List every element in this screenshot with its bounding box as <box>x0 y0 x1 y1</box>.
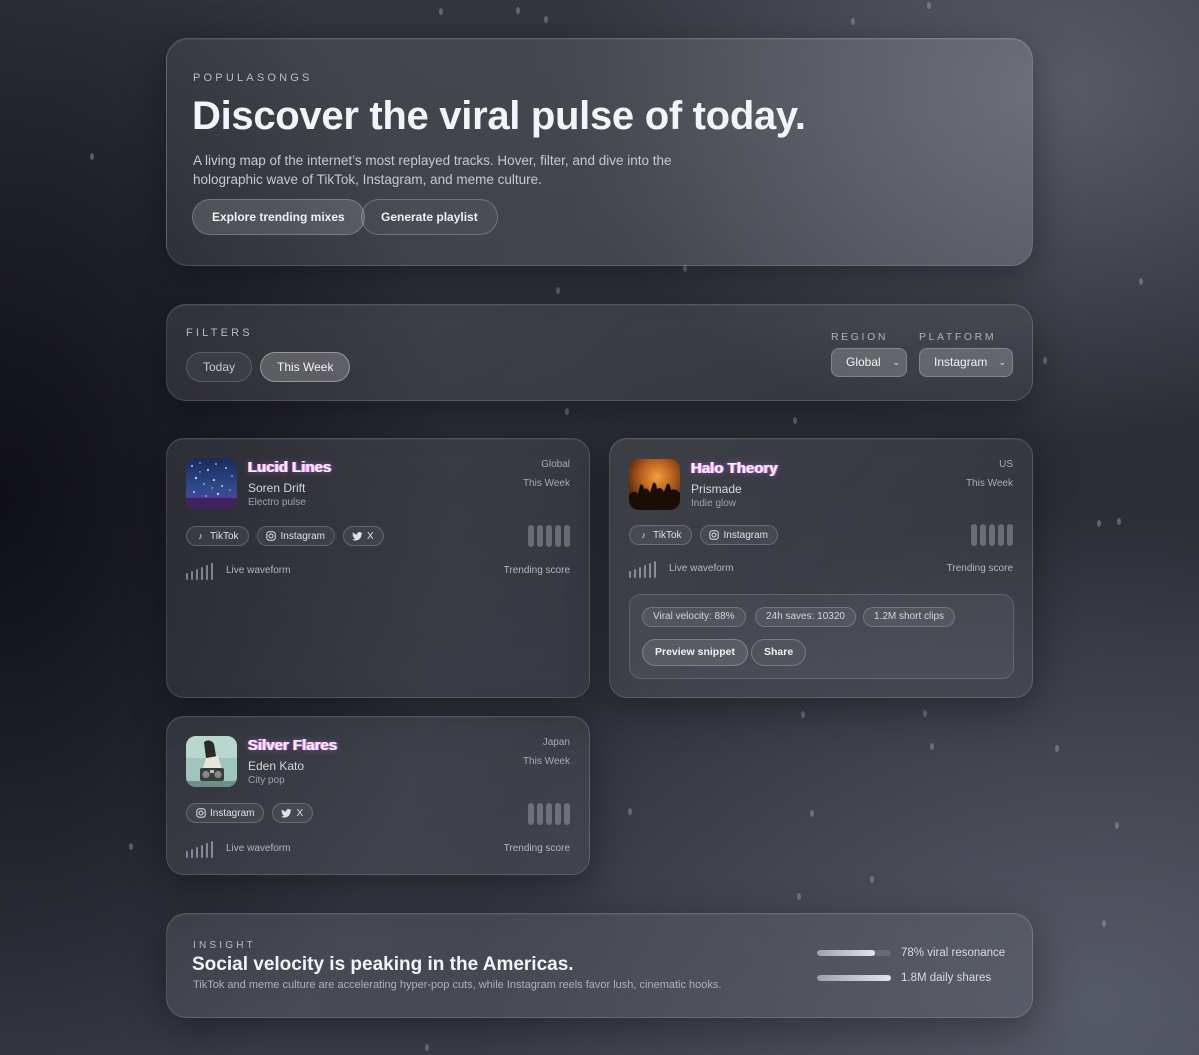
tiktok-icon: ♪ <box>198 531 203 541</box>
saves-stat: 24h saves: 10320 <box>755 607 856 627</box>
trending-score-bars <box>528 803 570 825</box>
platform-tag-tiktok[interactable]: ♪ TikTok <box>629 525 692 545</box>
preview-snippet-button[interactable]: Preview snippet <box>642 639 748 666</box>
short-clips-stat: 1.2M short clips <box>863 607 956 627</box>
track-region: US <box>999 459 1013 470</box>
track-region: Global <box>541 459 570 470</box>
instagram-icon <box>266 531 277 542</box>
metric-bar <box>817 975 891 981</box>
region-select-value: Global <box>846 355 881 369</box>
track-artist: Prismade <box>691 482 742 496</box>
platform-label: PLATFORM <box>919 331 997 343</box>
platform-tag-tiktok[interactable]: ♪ TikTok <box>186 526 249 546</box>
platform-select[interactable]: Instagram ⌄ <box>919 348 1013 377</box>
x-twitter-icon <box>281 808 292 819</box>
x-twitter-icon <box>352 531 363 542</box>
platform-tag-instagram[interactable]: Instagram <box>699 525 778 545</box>
tag-label: TikTok <box>653 529 682 541</box>
insight-panel: INSIGHT Social velocity is peaking in th… <box>166 913 1033 1018</box>
track-card[interactable]: Lucid Lines Soren Drift Electro pulse Gl… <box>166 438 590 698</box>
viral-resonance-metric: 78% viral resonance <box>817 947 1005 959</box>
insight-eyebrow: INSIGHT <box>193 940 256 951</box>
hero-description: A living map of the internet’s most repl… <box>193 153 672 187</box>
viral-velocity-stat: Viral velocity: 88% <box>642 607 746 627</box>
live-waveform-label: Live waveform <box>226 843 291 854</box>
instagram-icon <box>709 530 720 541</box>
platform-tag-x[interactable]: X <box>272 803 314 823</box>
live-waveform-label: Live waveform <box>226 565 291 576</box>
filter-this-week-chip[interactable]: This Week <box>260 352 351 382</box>
live-waveform <box>186 563 213 580</box>
track-title: Halo Theory <box>691 460 778 477</box>
trending-score-label: Trending score <box>946 563 1013 574</box>
album-cover-image <box>629 459 680 510</box>
region-select[interactable]: Global ⌄ <box>831 348 907 377</box>
generate-playlist-button[interactable]: Generate playlist <box>361 199 498 235</box>
metric-label: 78% viral resonance <box>901 947 1006 959</box>
region-label: REGION <box>831 331 889 343</box>
tag-label: Instagram <box>280 530 325 542</box>
share-button[interactable]: Share <box>751 639 807 666</box>
track-genre: Electro pulse <box>248 497 306 508</box>
trending-score-label: Trending score <box>503 843 570 854</box>
platform-tags: Instagram X <box>186 803 314 823</box>
album-cover-image <box>186 736 237 787</box>
platform-tag-x[interactable]: X <box>343 526 384 546</box>
filters-panel: FILTERS Today This Week REGION PLATFORM … <box>166 304 1033 401</box>
track-period: This Week <box>522 478 570 489</box>
track-region: Japan <box>542 737 570 748</box>
platform-tag-instagram[interactable]: Instagram <box>186 803 265 823</box>
track-period: This Week <box>965 478 1013 489</box>
platform-tags: ♪ TikTok Instagram <box>629 525 778 545</box>
chevron-down-icon: ⌄ <box>892 357 900 367</box>
live-waveform <box>629 561 656 578</box>
album-cover-image <box>186 458 237 509</box>
track-artist: Soren Drift <box>248 481 306 495</box>
live-waveform <box>186 841 213 858</box>
platform-select-value: Instagram <box>934 355 988 369</box>
track-title: Silver Flares <box>248 737 338 754</box>
tag-label: Instagram <box>723 529 768 541</box>
insight-title: Social velocity is peaking in the Americ… <box>192 954 574 975</box>
tag-label: X <box>296 807 304 819</box>
track-genre: Indie glow <box>691 498 737 509</box>
trending-score-bars <box>971 524 1013 546</box>
trending-score-label: Trending score <box>503 565 570 576</box>
track-artist: Eden Kato <box>248 759 305 773</box>
track-card[interactable]: Halo Theory Prismade Indie glow US This … <box>609 438 1033 698</box>
filter-today-chip[interactable]: Today <box>186 352 253 382</box>
hero-title: Discover the viral pulse of today. <box>192 94 806 138</box>
track-title: Lucid Lines <box>248 459 332 476</box>
hero-panel: POPULASONGS Discover the viral pulse of … <box>166 38 1033 266</box>
insight-description: TikTok and meme culture are accelerating… <box>193 979 722 991</box>
track-card[interactable]: Silver Flares Eden Kato City pop Japan T… <box>166 716 590 875</box>
metric-bar-fill <box>817 950 875 956</box>
platform-tag-instagram[interactable]: Instagram <box>256 526 335 546</box>
tag-label: X <box>367 530 374 542</box>
metric-label: 1.8M daily shares <box>901 972 992 984</box>
chevron-down-icon: ⌄ <box>998 357 1006 367</box>
metric-bar-fill <box>817 975 891 981</box>
track-period: This Week <box>522 756 570 767</box>
instagram-icon <box>195 808 206 819</box>
tag-label: TikTok <box>210 530 239 542</box>
daily-shares-metric: 1.8M daily shares <box>817 972 991 984</box>
platform-tags: ♪ TikTok Instagram X <box>186 526 384 546</box>
tiktok-icon: ♪ <box>641 530 646 540</box>
trending-score-bars <box>528 525 570 547</box>
track-details-panel: Viral velocity: 88% 24h saves: 10320 1.2… <box>629 594 1014 679</box>
track-genre: City pop <box>248 775 285 786</box>
explore-trending-button[interactable]: Explore trending mixes <box>192 199 365 235</box>
filters-eyebrow: FILTERS <box>186 327 253 339</box>
tag-label: Instagram <box>210 807 255 819</box>
brand-eyebrow: POPULASONGS <box>193 72 313 84</box>
metric-bar <box>817 950 891 956</box>
live-waveform-label: Live waveform <box>669 563 734 574</box>
